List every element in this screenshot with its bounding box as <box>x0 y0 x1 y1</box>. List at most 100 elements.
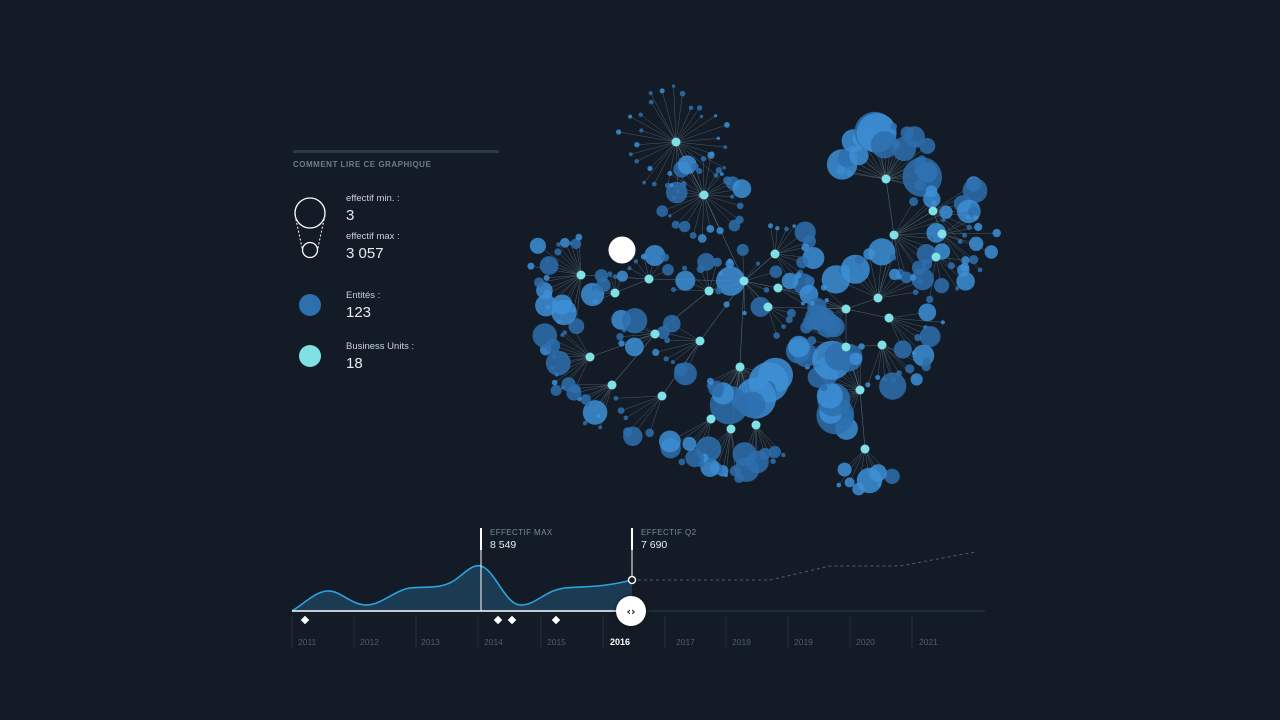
entity-node <box>755 261 761 266</box>
entity-node <box>661 253 670 262</box>
link <box>667 340 701 342</box>
business-unit-node <box>881 174 891 184</box>
projection-line <box>632 551 976 581</box>
year-label[interactable]: 2012 <box>360 637 379 647</box>
entity-node <box>896 274 903 280</box>
entity-node <box>720 172 724 176</box>
entity-node <box>659 430 681 453</box>
entity-node <box>809 301 815 306</box>
link <box>941 232 997 235</box>
entity-node <box>634 142 640 148</box>
year-label[interactable]: 2014 <box>484 637 503 647</box>
network-graph[interactable] <box>0 0 1280 520</box>
entity-node <box>914 179 926 191</box>
entity-node <box>623 415 629 421</box>
entity-node <box>616 333 624 341</box>
entity-node <box>534 277 545 288</box>
backbone-link <box>845 308 890 319</box>
entity-node <box>575 233 583 241</box>
entity-node <box>706 225 715 233</box>
business-unit-node <box>873 293 883 303</box>
entity-node <box>668 214 672 218</box>
entity-node <box>941 217 946 222</box>
entity-node <box>910 373 923 386</box>
year-label[interactable]: 2021 <box>919 637 938 647</box>
entity-node <box>858 343 865 350</box>
backbone-link <box>743 253 776 282</box>
entity-node <box>580 394 591 405</box>
business-unit-node <box>704 286 714 296</box>
link <box>649 395 663 433</box>
entity-node <box>912 289 919 296</box>
entity-node <box>718 271 723 276</box>
entity-node <box>560 237 570 248</box>
entity-node <box>918 303 937 322</box>
timeline-scrubber-handle[interactable]: ‹› <box>616 596 646 626</box>
year-label[interactable]: 2018 <box>732 637 751 647</box>
entity-node <box>633 259 639 264</box>
entity-node <box>730 194 735 199</box>
entity-node <box>788 335 810 358</box>
entity-node <box>591 285 597 291</box>
entity-node <box>648 91 653 96</box>
selected-entity-node <box>608 236 636 264</box>
year-label[interactable]: 2019 <box>794 637 813 647</box>
entity-node <box>732 179 752 199</box>
entity-node <box>934 278 950 294</box>
entity-node <box>678 458 686 466</box>
entity-node <box>769 265 783 279</box>
entity-node <box>969 255 979 265</box>
link <box>643 141 677 183</box>
link <box>877 291 916 299</box>
entity-node <box>804 276 815 287</box>
year-label[interactable]: 2011 <box>298 637 316 647</box>
entity-node <box>712 257 722 267</box>
link <box>667 141 677 186</box>
event-marker <box>300 615 310 625</box>
business-unit-node <box>585 352 595 362</box>
link <box>649 141 677 169</box>
entity-node <box>550 384 562 396</box>
entity-node <box>618 340 625 347</box>
link <box>675 138 719 143</box>
business-unit-node <box>644 274 654 284</box>
backbone-link <box>859 389 866 450</box>
link <box>666 340 701 360</box>
entity-node <box>781 452 786 458</box>
entity-node <box>617 407 625 414</box>
entity-node <box>662 264 674 276</box>
business-unit-node <box>650 329 660 339</box>
entity-node <box>628 152 633 157</box>
year-label[interactable]: 2017 <box>676 637 695 647</box>
entity-node <box>966 224 972 230</box>
year-label[interactable]: 2016 <box>610 637 630 647</box>
entity-node <box>623 427 633 437</box>
entity-node <box>671 287 676 293</box>
entity-node <box>723 301 730 308</box>
link <box>703 158 705 196</box>
entity-node <box>527 262 535 270</box>
business-unit-node <box>931 252 941 262</box>
backbone-link <box>885 178 895 236</box>
entity-node <box>961 256 970 265</box>
entity-node <box>625 337 644 357</box>
entity-node <box>613 395 619 401</box>
business-unit-node <box>841 342 851 352</box>
entity-node <box>890 123 898 130</box>
entity-node <box>645 428 654 438</box>
year-label[interactable]: 2015 <box>547 637 566 647</box>
entity-node <box>796 256 809 269</box>
entity-node <box>736 243 749 256</box>
business-unit-node <box>773 283 783 293</box>
year-label[interactable]: 2020 <box>856 637 875 647</box>
business-unit-node <box>937 229 947 239</box>
backbone-link <box>739 280 745 368</box>
entity-node <box>699 114 704 119</box>
entity-node <box>691 162 699 171</box>
link <box>640 114 677 143</box>
year-label[interactable]: 2013 <box>421 637 440 647</box>
entity-node <box>785 316 793 324</box>
entity-node <box>868 238 896 266</box>
entity-node <box>716 136 720 140</box>
entity-node <box>865 382 871 388</box>
